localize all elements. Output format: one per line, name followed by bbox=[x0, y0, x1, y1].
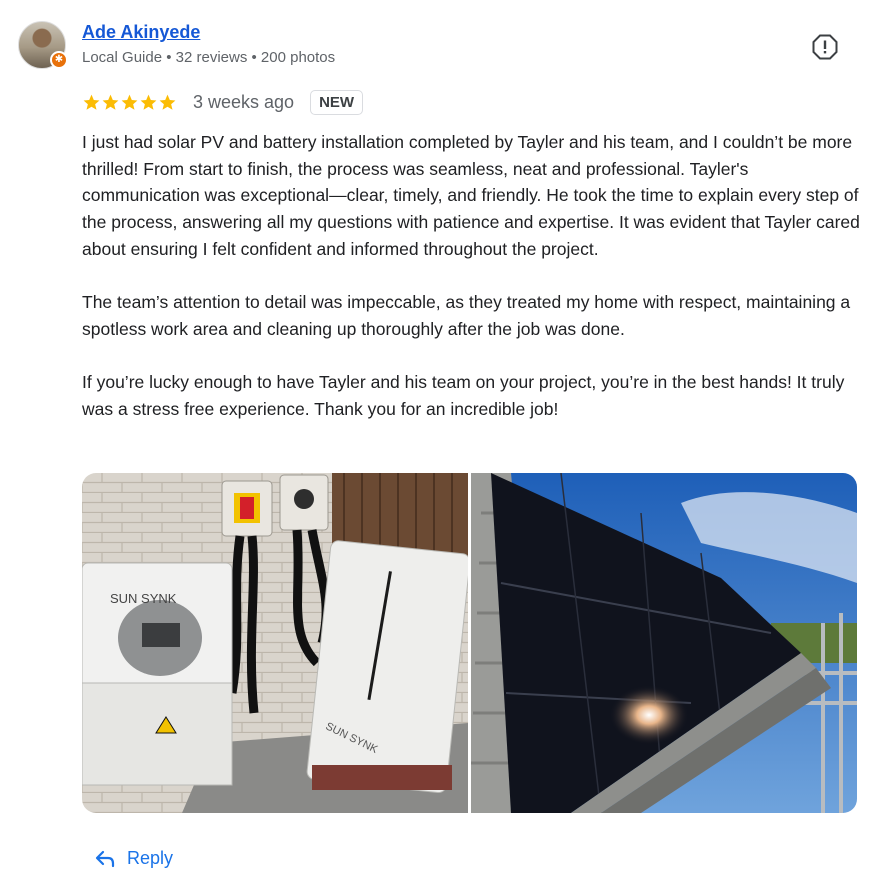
review-paragraph: If you’re lucky enough to have Tayler an… bbox=[82, 372, 845, 419]
reply-arrow-icon bbox=[95, 850, 115, 867]
author-name-link[interactable]: Ade Akinyede bbox=[82, 22, 200, 43]
solar-panels-image bbox=[471, 473, 857, 813]
star-rating bbox=[82, 93, 177, 112]
report-button[interactable] bbox=[812, 34, 838, 60]
review-paragraph: The team’s attention to detail was impec… bbox=[82, 292, 851, 339]
new-badge: NEW bbox=[310, 89, 364, 115]
inverter-brand-label: SUN SYNK bbox=[110, 591, 177, 606]
reply-label: Reply bbox=[127, 848, 174, 868]
star-icon bbox=[159, 94, 176, 110]
photo-inverter-battery[interactable]: SUN SYNK SUN SYNK bbox=[82, 473, 468, 813]
inverter-battery-image: SUN SYNK SUN SYNK bbox=[82, 473, 468, 813]
review-time: 3 weeks ago bbox=[193, 91, 295, 112]
photo-solar-panels[interactable] bbox=[471, 473, 857, 813]
star-icon bbox=[83, 94, 100, 110]
star-icon bbox=[140, 94, 157, 110]
author-avatar[interactable]: ✱ bbox=[18, 21, 68, 69]
star-icon bbox=[102, 94, 119, 110]
author-meta: Local Guide • 32 reviews • 200 photos bbox=[82, 49, 336, 66]
review-photos: SUN SYNK SUN SYNK bbox=[82, 473, 857, 813]
report-icon bbox=[812, 34, 838, 60]
review-paragraph: I just had solar PV and battery installa… bbox=[82, 132, 860, 259]
review-text: I just had solar PV and battery installa… bbox=[82, 129, 862, 423]
rating-row: 3 weeks ago NEW bbox=[82, 88, 364, 116]
star-icon bbox=[121, 94, 138, 110]
reply-button[interactable]: Reply bbox=[95, 848, 173, 869]
local-guide-badge-icon: ✱ bbox=[50, 51, 68, 69]
